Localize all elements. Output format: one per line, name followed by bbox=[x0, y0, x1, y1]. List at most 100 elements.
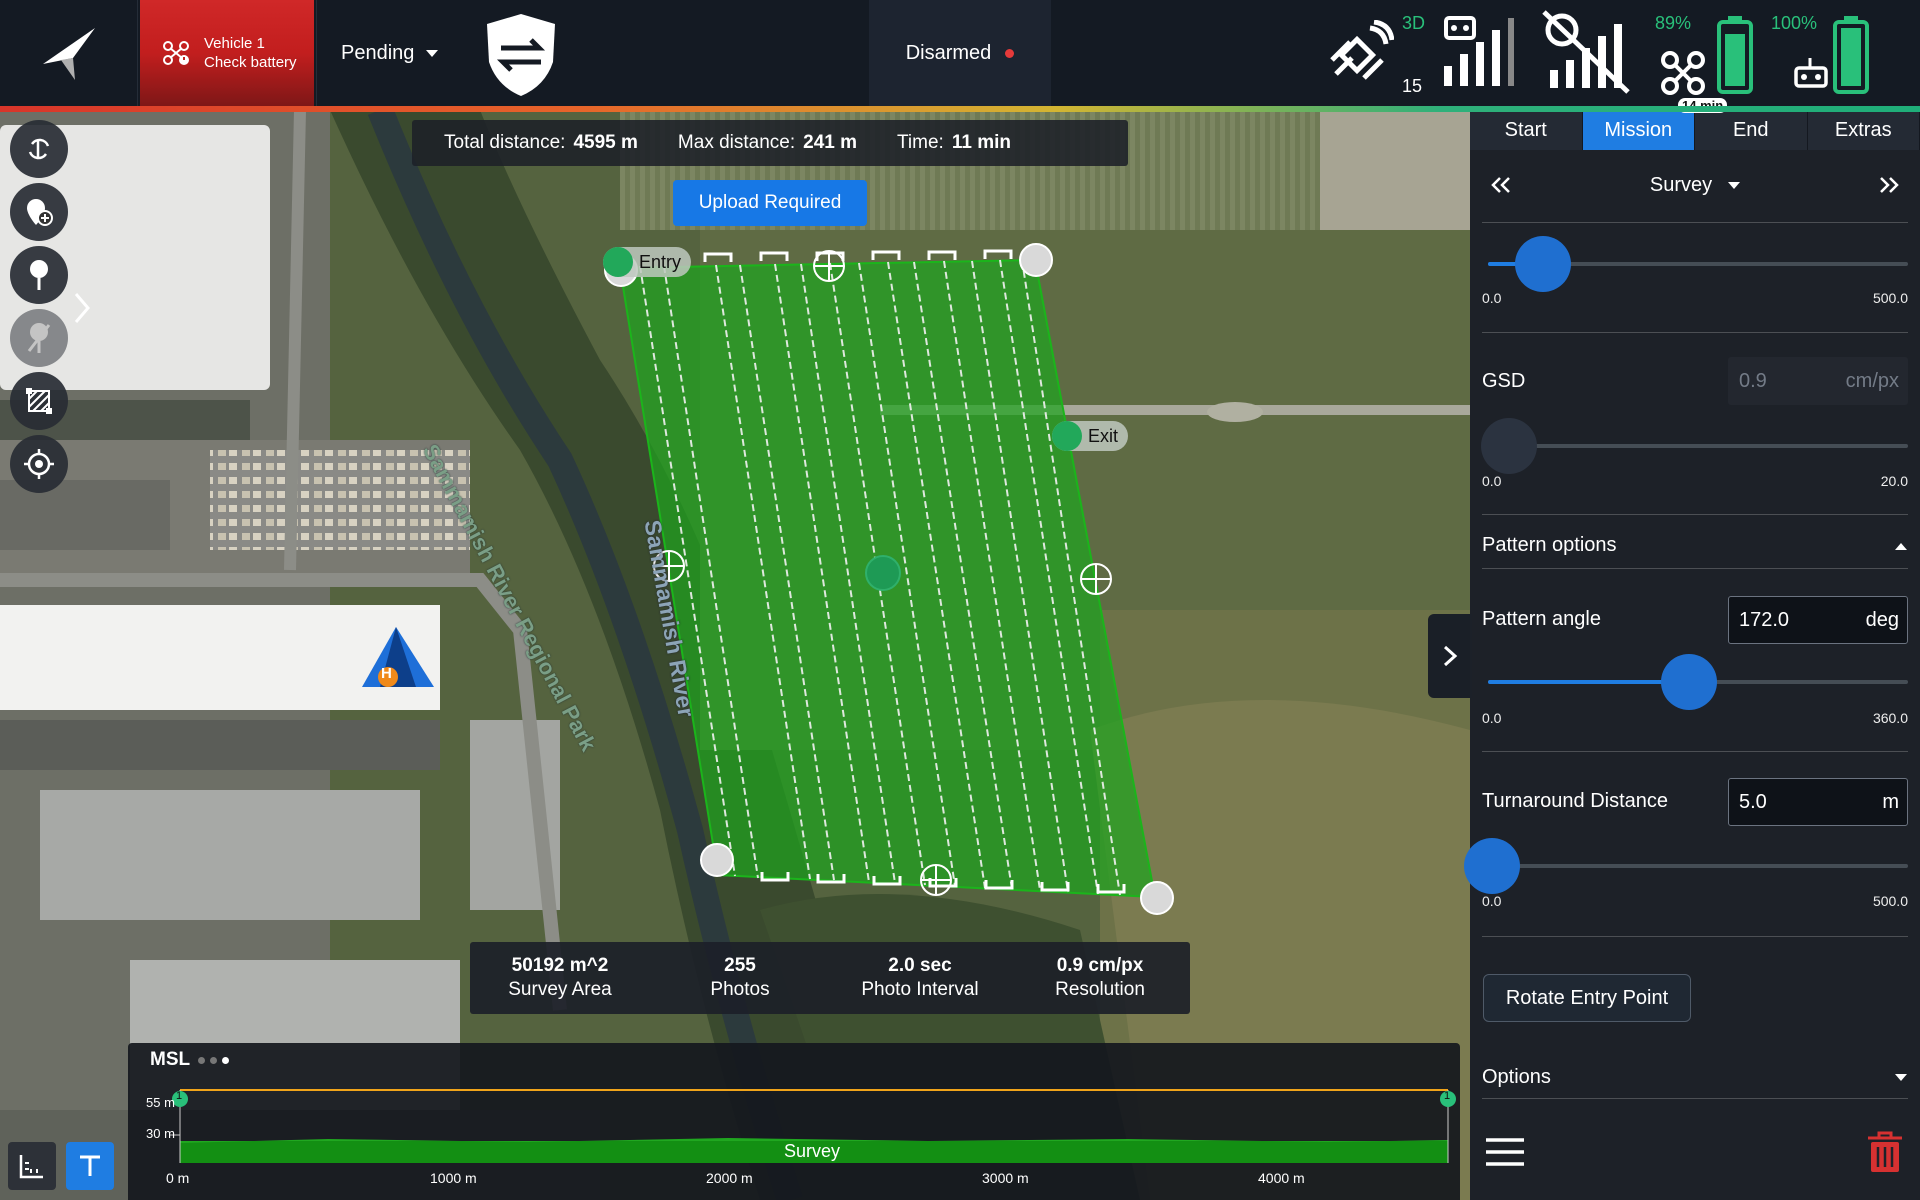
item-select[interactable]: Survey bbox=[1650, 174, 1741, 197]
survey-area-overlay[interactable] bbox=[0, 110, 1470, 1200]
divider bbox=[1482, 936, 1908, 937]
rotate-entry-point-button[interactable]: Rotate Entry Point bbox=[1483, 974, 1691, 1022]
mission-tabs: Start Mission End Extras bbox=[1470, 110, 1920, 150]
app-menu-button[interactable] bbox=[0, 0, 138, 106]
mission-time: Time: 11 min bbox=[897, 132, 1011, 153]
profile-segment-label: Survey bbox=[784, 1141, 841, 1161]
gps-indicator[interactable]: 3D 15 bbox=[1318, 0, 1428, 106]
exit-label: Exit bbox=[1088, 425, 1119, 446]
center-map-button[interactable] bbox=[10, 435, 68, 493]
vehicle-warning: Check battery bbox=[204, 54, 297, 71]
divider bbox=[1482, 568, 1908, 569]
x-tick-3000: 3000 m bbox=[982, 1170, 1029, 1186]
divider bbox=[1482, 1098, 1908, 1099]
arm-status-dot bbox=[1005, 48, 1015, 58]
pattern-angle-field[interactable]: 172.0 deg bbox=[1728, 596, 1908, 644]
gps-satellite-count: 15 bbox=[1402, 76, 1423, 96]
flight-mode-label: Pending bbox=[341, 41, 415, 64]
altitude-slider[interactable] bbox=[1488, 236, 1908, 292]
tab-mission[interactable]: Mission bbox=[1582, 110, 1695, 150]
survey-pattern-button[interactable] bbox=[10, 372, 68, 430]
divider bbox=[1482, 222, 1908, 223]
vehicle-status-button[interactable]: Vehicle 1 Check battery bbox=[140, 0, 314, 106]
profile-start-marker[interactable]: 1 bbox=[176, 1090, 182, 1102]
entry-dot-icon bbox=[603, 247, 633, 277]
home-marker[interactable]: H bbox=[360, 625, 436, 691]
terrain-button[interactable] bbox=[66, 1142, 114, 1190]
drone-icon bbox=[1661, 51, 1705, 95]
gsd-slider-knob[interactable] bbox=[1481, 418, 1537, 474]
battery-icon bbox=[1717, 16, 1753, 94]
exit-marker[interactable]: Exit bbox=[1052, 421, 1129, 451]
y-tick-30: 30 m bbox=[146, 1126, 175, 1141]
arm-status[interactable]: Disarmed bbox=[869, 0, 1051, 106]
status-gradient-bar bbox=[0, 106, 1920, 112]
pattern-angle-slider[interactable] bbox=[1488, 654, 1908, 710]
menu-icon[interactable] bbox=[1484, 1136, 1526, 1168]
measure-button[interactable] bbox=[8, 1142, 56, 1190]
altitude-min: 0.0 bbox=[1482, 290, 1502, 306]
delete-trash-icon[interactable] bbox=[1864, 1130, 1906, 1174]
add-waypoint-button[interactable] bbox=[10, 183, 68, 241]
satellite-map[interactable]: Entry Exit Sammamish River Regional Park… bbox=[0, 110, 1470, 1200]
pattern-angle-slider-knob[interactable] bbox=[1660, 654, 1717, 710]
pin-icon bbox=[30, 260, 48, 290]
previous-item-icon[interactable] bbox=[1490, 175, 1512, 195]
sync-button[interactable] bbox=[10, 120, 68, 178]
next-item-icon[interactable] bbox=[1878, 175, 1900, 195]
expand-toolbar-chevron-icon[interactable] bbox=[72, 288, 92, 328]
home-icon bbox=[362, 627, 434, 687]
pin-disabled-button[interactable] bbox=[10, 309, 68, 367]
divider bbox=[1482, 332, 1908, 333]
pin-disabled-icon bbox=[27, 323, 51, 353]
mission-editor-panel: Start Mission End Extras Survey 0.0 500.… bbox=[1464, 110, 1920, 1200]
gsd-slider[interactable] bbox=[1481, 418, 1908, 474]
ruler-icon bbox=[19, 1155, 43, 1179]
x-tick-2000: 2000 m bbox=[706, 1170, 753, 1186]
x-tick-0: 0 m bbox=[166, 1170, 190, 1186]
gsd-min: 0.0 bbox=[1482, 473, 1502, 489]
drone-battery-percent: 89% bbox=[1655, 13, 1692, 33]
sync-shield-icon[interactable] bbox=[485, 12, 557, 98]
max-distance: Max distance: 241 m bbox=[677, 132, 858, 153]
chevron-down-icon bbox=[426, 49, 439, 57]
terrain-t-icon bbox=[80, 1155, 100, 1176]
altitude-slider-knob[interactable] bbox=[1514, 236, 1571, 292]
top-toolbar: Vehicle 1 Check battery Pending Disarmed … bbox=[0, 0, 1920, 113]
chevron-down-icon bbox=[1728, 181, 1741, 189]
profile-end-marker[interactable]: 1 bbox=[1444, 1090, 1450, 1102]
altitude-profile[interactable]: MSL 1 1 55 m 30 m Survey 0 m 1000 m 2000… bbox=[128, 1043, 1460, 1200]
tab-extras[interactable]: Extras bbox=[1807, 110, 1920, 150]
drone-warning-icon bbox=[163, 41, 189, 65]
turnaround-slider-knob[interactable] bbox=[1464, 838, 1521, 894]
survey-area-stat: 50192 m^2 Survey Area bbox=[508, 955, 612, 1000]
turnaround-field[interactable]: 5.0 m bbox=[1728, 778, 1908, 826]
entry-marker[interactable]: Entry bbox=[603, 247, 692, 277]
chevron-down-icon bbox=[1895, 1073, 1907, 1081]
upload-required-button[interactable]: Upload Required bbox=[673, 180, 867, 226]
resolution-stat: 0.9 cm/px Resolution bbox=[1055, 955, 1145, 1000]
tab-start[interactable]: Start bbox=[1470, 110, 1583, 150]
gsd-label: GSD bbox=[1482, 370, 1526, 392]
rc-signal-icon[interactable] bbox=[1438, 14, 1522, 94]
options-header[interactable]: Options bbox=[1482, 1066, 1908, 1089]
turnaround-slider[interactable] bbox=[1464, 838, 1908, 894]
pattern-options-header[interactable]: Pattern options bbox=[1482, 534, 1908, 557]
altitude-max: 500.0 bbox=[1872, 290, 1908, 306]
remote-controller-icon bbox=[1794, 58, 1828, 88]
item-navigator: Survey bbox=[1470, 162, 1920, 208]
home-label: H bbox=[381, 665, 392, 682]
tab-end[interactable]: End bbox=[1695, 110, 1808, 150]
rc-battery-indicator[interactable]: 100% bbox=[1770, 0, 1880, 106]
drone-battery-indicator[interactable]: 89% 14 min bbox=[1654, 0, 1760, 113]
gsd-field[interactable]: 0.9 cm/px bbox=[1728, 357, 1908, 405]
survey-pattern-icon bbox=[26, 388, 52, 414]
pattern-angle-label: Pattern angle bbox=[1482, 608, 1601, 630]
telemetry-signal-off-icon[interactable] bbox=[1540, 10, 1632, 94]
pin-button[interactable] bbox=[10, 246, 68, 304]
flight-mode-dropdown[interactable]: Pending bbox=[316, 0, 466, 106]
photo-interval-stat: 2.0 sec Photo Interval bbox=[861, 955, 979, 1000]
collapse-panel-button[interactable] bbox=[1428, 614, 1472, 698]
mission-stats-bar: Total distance: 4595 m Max distance: 241 m… bbox=[412, 120, 1128, 166]
y-tick-55: 55 m bbox=[146, 1095, 175, 1110]
